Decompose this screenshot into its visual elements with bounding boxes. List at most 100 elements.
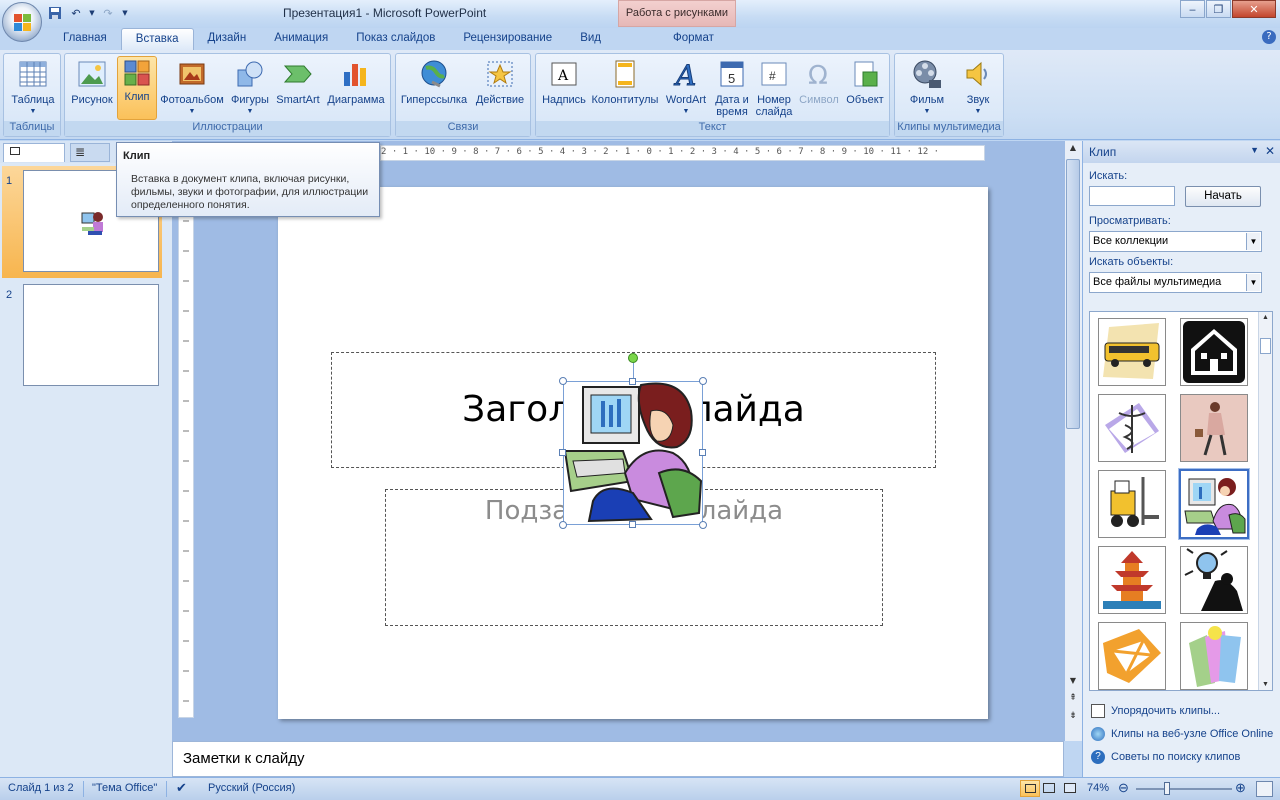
zoom-level[interactable]: 74% [1087, 782, 1109, 794]
clip-pagoda[interactable] [1098, 546, 1166, 614]
previous-slide-icon[interactable]: ⇞ [1066, 693, 1080, 707]
table-button[interactable]: Таблица ▼ [6, 56, 60, 120]
redo-icon[interactable]: ↷ [99, 5, 117, 21]
shapes-icon [234, 58, 266, 90]
clip-school-bus[interactable] [1098, 318, 1166, 386]
resize-handle-r[interactable] [699, 449, 706, 456]
hyperlink-button[interactable]: Гиперссылка [398, 56, 470, 120]
media-types-dropdown[interactable]: Все файлы мультимедиа ▼ [1089, 272, 1262, 293]
photoalbum-dropdown-icon: ▼ [188, 108, 196, 115]
resize-handle-bl[interactable] [559, 521, 567, 529]
normal-view-button[interactable] [1020, 780, 1040, 797]
gallery-scroll-down-icon[interactable]: ▼ [1260, 681, 1271, 688]
symbol-button[interactable]: Ω Символ [796, 56, 842, 120]
tab-slides[interactable] [3, 143, 65, 162]
collections-dropdown-value: Все коллекции [1093, 235, 1169, 247]
resize-handle-br[interactable] [699, 521, 707, 529]
tab-animation[interactable]: Анимация [260, 28, 342, 50]
picture-button[interactable]: Рисунок [67, 56, 117, 120]
zoom-slider-track[interactable] [1136, 788, 1232, 790]
fit-to-window-icon[interactable] [1256, 781, 1273, 797]
search-go-button[interactable]: Начать [1185, 186, 1261, 207]
tab-view[interactable]: Вид [566, 28, 615, 50]
headerfooter-button[interactable]: Колонтитулы [590, 56, 660, 120]
search-tips-label: Советы по поиску клипов [1111, 751, 1241, 763]
qat-customize-icon[interactable]: ▼ [120, 5, 130, 21]
table-label: Таблица [11, 94, 55, 106]
tab-insert[interactable]: Вставка [120, 28, 194, 50]
movie-button[interactable]: Фильм ▼ [899, 56, 955, 120]
gallery-scroll-up-icon[interactable]: ▲ [1260, 314, 1271, 321]
office-online-link[interactable]: Клипы на веб-узле Office Online [1091, 727, 1273, 741]
clip-person-at-computer[interactable] [1178, 468, 1250, 540]
rotate-handle[interactable] [628, 353, 638, 363]
clip-idea-person[interactable] [1180, 546, 1248, 614]
zoom-slider-thumb[interactable] [1164, 782, 1170, 795]
theme-name[interactable]: "Тема Office" [92, 782, 157, 794]
save-icon[interactable] [46, 5, 64, 21]
sound-button[interactable]: Звук ▼ [955, 56, 1001, 120]
organize-clips-link[interactable]: Упорядочить клипы... [1091, 704, 1220, 718]
close-button[interactable]: ✕ [1232, 0, 1276, 18]
language-indicator[interactable]: Русский (Россия) [208, 782, 295, 794]
search-input[interactable] [1089, 186, 1175, 206]
editor-vertical-scrollbar[interactable]: ▲ ▼ ⇞ ⇟ [1065, 141, 1082, 741]
organize-clips-icon [1091, 704, 1105, 718]
notes-pane[interactable]: Заметки к слайду [172, 741, 1064, 777]
resize-handle-tr[interactable] [699, 377, 707, 385]
object-button[interactable]: Объект [842, 56, 888, 120]
clip-house[interactable] [1180, 318, 1248, 386]
next-slide-icon[interactable]: ⇟ [1066, 711, 1080, 725]
undo-dropdown-icon[interactable]: ▼ [88, 5, 96, 21]
datetime-button[interactable]: 5 Дата и время [712, 56, 752, 120]
resize-handle-tl[interactable] [559, 377, 567, 385]
smartart-button[interactable]: SmartArt [273, 56, 323, 120]
slide-sorter-icon[interactable] [1043, 783, 1055, 793]
tab-review[interactable]: Рецензирование [449, 28, 566, 50]
slide-thumbnail-2[interactable] [23, 284, 159, 386]
tab-outline[interactable]: ≣ [70, 143, 110, 162]
tab-design[interactable]: Дизайн [194, 28, 261, 50]
slidenumber-icon: # [758, 58, 790, 90]
collections-dropdown[interactable]: Все коллекции ▼ [1089, 231, 1262, 252]
zoom-in-icon[interactable]: ⊕ [1235, 780, 1246, 796]
restore-button[interactable]: ❐ [1206, 0, 1231, 18]
textbox-button[interactable]: A Надпись [538, 56, 590, 120]
slideshow-icon[interactable] [1064, 783, 1076, 793]
task-pane-menu-icon[interactable]: ▼ [1250, 145, 1259, 155]
wordart-button[interactable]: A WordArt ▼ [660, 56, 712, 120]
tab-format[interactable]: Формат [637, 28, 750, 50]
minimize-button[interactable]: ‒ [1180, 0, 1205, 18]
resize-handle-l[interactable] [559, 449, 566, 456]
status-bar: Слайд 1 из 2 "Тема Office" ✔ Русский (Ро… [0, 777, 1280, 800]
spellcheck-icon[interactable]: ✔ [176, 780, 187, 796]
search-tips-link[interactable]: ? Советы по поиску клипов [1091, 750, 1240, 764]
gallery-scrollbar[interactable]: ▲ ▼ [1258, 312, 1272, 690]
zoom-out-icon[interactable]: ⊖ [1118, 780, 1129, 796]
scroll-down-icon[interactable]: ▼ [1066, 676, 1080, 690]
clip-papers[interactable] [1180, 622, 1248, 690]
scroll-thumb[interactable] [1066, 159, 1080, 429]
task-pane-close-icon[interactable]: ✕ [1265, 144, 1275, 158]
undo-icon[interactable]: ↶ [67, 5, 85, 21]
clip-structure[interactable] [1098, 622, 1166, 690]
clip-forklift[interactable] [1098, 470, 1166, 538]
office-button[interactable] [2, 2, 42, 42]
resize-handle-b[interactable] [629, 521, 636, 528]
photoalbum-button[interactable]: Фотоальбом ▼ [159, 56, 225, 120]
clip-caduceus[interactable] [1098, 394, 1166, 462]
help-icon[interactable]: ? [1262, 30, 1276, 44]
shapes-button[interactable]: Фигуры ▼ [227, 56, 273, 120]
lightbulb-idea-icon [1184, 548, 1243, 611]
chart-button[interactable]: Диаграмма [323, 56, 389, 120]
tab-slideshow[interactable]: Показ слайдов [342, 28, 449, 50]
clip-walking-woman[interactable] [1180, 394, 1248, 462]
scroll-up-icon[interactable]: ▲ [1066, 143, 1080, 157]
gallery-scroll-thumb[interactable] [1260, 338, 1271, 354]
resize-handle-t[interactable] [629, 378, 636, 385]
tab-home[interactable]: Главная [49, 28, 121, 50]
slidenumber-button[interactable]: # Номер слайда [752, 56, 796, 120]
slide-canvas[interactable]: Заголовок слайда Подзаголовок слайда [278, 187, 988, 719]
action-button[interactable]: Действие [472, 56, 528, 120]
clip-button[interactable]: Клип [117, 56, 157, 120]
